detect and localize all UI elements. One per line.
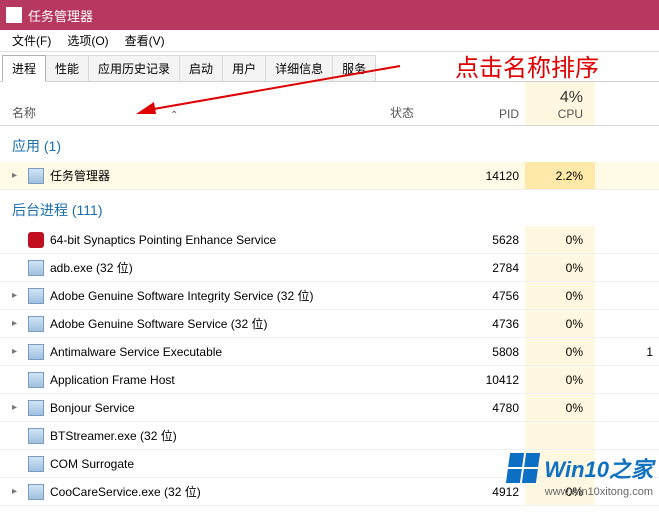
process-cpu: 0% — [525, 226, 595, 253]
table-row[interactable]: ▸ Adobe Genuine Software Integrity Servi… — [0, 282, 659, 310]
process-list: 应用 (1) ▸ 任务管理器 14120 2.2% 后台进程 (111) 64-… — [0, 126, 659, 516]
process-name: 任务管理器 — [50, 167, 110, 184]
process-icon — [28, 456, 44, 472]
table-row[interactable]: ▸ Adobe Genuine Software Service (32 位) … — [0, 310, 659, 338]
column-headers: ⌃ 名称 状态 PID 4% CPU — [0, 82, 659, 126]
table-row[interactable]: ▸ 任务管理器 14120 2.2% — [0, 162, 659, 190]
process-cpu: 0% — [525, 394, 595, 421]
process-icon — [28, 260, 44, 276]
process-icon — [28, 316, 44, 332]
tab-strip: 进程 性能 应用历史记录 启动 用户 详细信息 服务 — [0, 52, 659, 82]
header-cpu[interactable]: 4% CPU — [525, 82, 595, 125]
process-name: COM Surrogate — [50, 457, 134, 471]
chevron-right-icon[interactable]: ▸ — [12, 318, 22, 329]
table-row[interactable]: adb.exe (32 位) 2784 0% — [0, 254, 659, 282]
process-icon — [28, 400, 44, 416]
tab-details[interactable]: 详细信息 — [265, 55, 333, 81]
table-row[interactable]: BTStreamer.exe (32 位) — [0, 422, 659, 450]
process-icon — [28, 288, 44, 304]
header-name[interactable]: ⌃ 名称 — [0, 104, 390, 125]
sort-indicator-icon: ⌃ — [170, 110, 178, 121]
process-name: BTStreamer.exe (32 位) — [50, 427, 177, 444]
process-icon — [28, 344, 44, 360]
process-pid: 2784 — [460, 261, 525, 275]
process-extra: 1 — [595, 345, 659, 359]
process-pid: 5628 — [460, 233, 525, 247]
process-pid: 4912 — [460, 485, 525, 499]
table-row[interactable]: ▸ CooCareService.exe (32 位) 4912 0% — [0, 478, 659, 506]
menu-options[interactable]: 选项(O) — [59, 30, 116, 51]
process-cpu: 0% — [525, 366, 595, 393]
tab-users[interactable]: 用户 — [222, 55, 266, 81]
table-row[interactable]: ▸ Bonjour Service 4780 0% — [0, 394, 659, 422]
header-status[interactable]: 状态 — [390, 104, 460, 125]
process-name: Bonjour Service — [50, 401, 135, 415]
header-cpu-value: 4% — [560, 89, 583, 107]
process-cpu: 0% — [525, 478, 595, 505]
header-name-label: 名称 — [12, 106, 36, 120]
process-icon — [28, 372, 44, 388]
process-icon — [28, 232, 44, 248]
process-name: Antimalware Service Executable — [50, 345, 222, 359]
table-row[interactable]: ▸ Antimalware Service Executable 5808 0%… — [0, 338, 659, 366]
process-pid: 4780 — [460, 401, 525, 415]
tab-startup[interactable]: 启动 — [179, 55, 223, 81]
process-pid: 14120 — [460, 169, 525, 183]
process-pid: 4736 — [460, 317, 525, 331]
chevron-right-icon[interactable]: ▸ — [12, 170, 22, 181]
process-name: 64-bit Synaptics Pointing Enhance Servic… — [50, 233, 276, 247]
table-row[interactable]: Application Frame Host 10412 0% — [0, 366, 659, 394]
header-pid[interactable]: PID — [460, 107, 525, 125]
menubar: 文件(F) 选项(O) 查看(V) — [0, 30, 659, 52]
app-icon — [6, 7, 22, 23]
menu-file[interactable]: 文件(F) — [4, 30, 59, 51]
process-icon — [28, 484, 44, 500]
process-cpu: 0% — [525, 282, 595, 309]
window-title: 任务管理器 — [28, 6, 93, 25]
tab-history[interactable]: 应用历史记录 — [88, 55, 180, 81]
menu-view[interactable]: 查看(V) — [117, 30, 173, 51]
table-row[interactable]: 64-bit Synaptics Pointing Enhance Servic… — [0, 226, 659, 254]
table-row[interactable]: COM Surrogate — [0, 450, 659, 478]
process-icon — [28, 168, 44, 184]
process-cpu: 0% — [525, 338, 595, 365]
process-name: Application Frame Host — [50, 373, 175, 387]
process-name: Adobe Genuine Software Service (32 位) — [50, 315, 267, 332]
tab-performance[interactable]: 性能 — [45, 55, 89, 81]
process-name: adb.exe (32 位) — [50, 259, 133, 276]
tab-processes[interactable]: 进程 — [2, 55, 46, 82]
process-pid: 10412 — [460, 373, 525, 387]
header-cpu-label: CPU — [558, 107, 583, 121]
process-pid: 5808 — [460, 345, 525, 359]
chevron-right-icon[interactable]: ▸ — [12, 402, 22, 413]
window-titlebar: 任务管理器 — [0, 0, 659, 30]
process-name: Adobe Genuine Software Integrity Service… — [50, 287, 313, 304]
chevron-right-icon[interactable]: ▸ — [12, 346, 22, 357]
process-pid: 4756 — [460, 289, 525, 303]
chevron-right-icon[interactable]: ▸ — [12, 486, 22, 497]
process-cpu: 0% — [525, 310, 595, 337]
process-cpu: 0% — [525, 254, 595, 281]
group-apps-title: 应用 (1) — [0, 126, 659, 162]
process-cpu: 2.2% — [525, 162, 595, 189]
group-background-title: 后台进程 (111) — [0, 190, 659, 226]
process-name: CooCareService.exe (32 位) — [50, 483, 201, 500]
process-icon — [28, 428, 44, 444]
chevron-right-icon[interactable]: ▸ — [12, 290, 22, 301]
tab-services[interactable]: 服务 — [332, 55, 376, 81]
